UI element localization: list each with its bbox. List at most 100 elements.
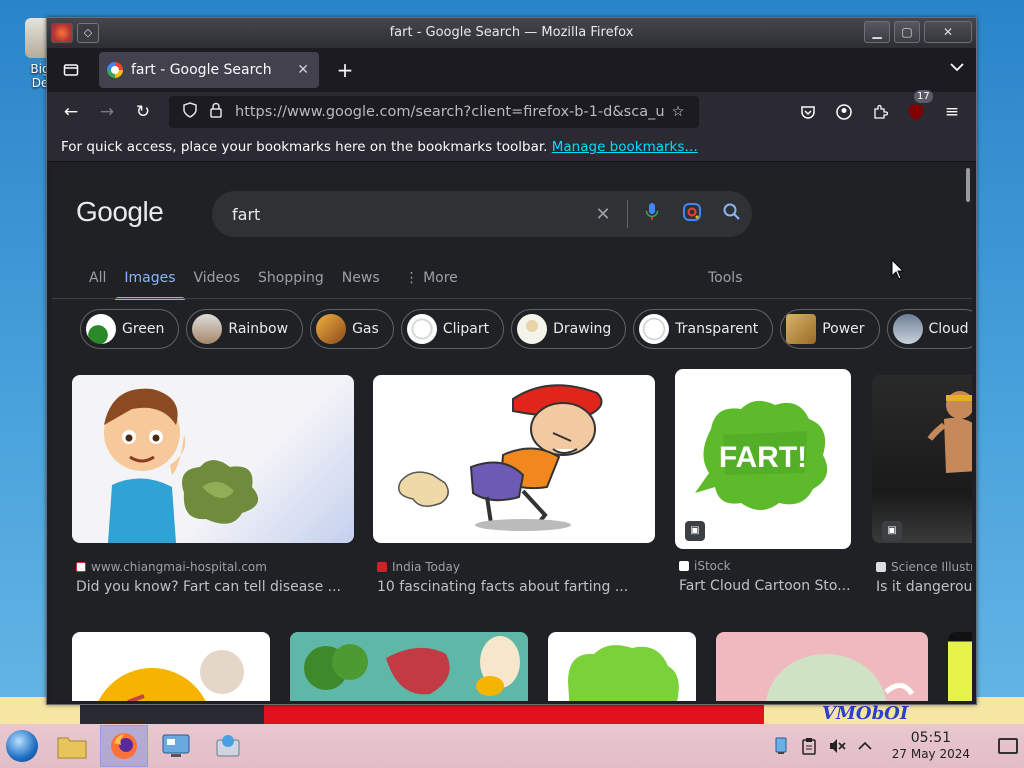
search-submit-icon[interactable] [712, 203, 752, 226]
maximize-button[interactable]: ▢ [894, 21, 920, 43]
tools-button[interactable]: Tools [708, 270, 743, 286]
taskbar-file-manager[interactable] [48, 725, 96, 767]
image-result[interactable] [548, 632, 696, 701]
firefox-view-icon[interactable] [53, 52, 89, 88]
taskbar-software-center[interactable] [204, 725, 252, 767]
voice-search-icon[interactable] [632, 202, 672, 227]
chip-transparent[interactable]: Transparent [633, 309, 774, 349]
lock-icon[interactable] [203, 102, 229, 122]
result-image[interactable] [72, 632, 270, 701]
taskbar-firefox[interactable] [100, 725, 148, 767]
lens-search-icon[interactable] [672, 202, 712, 227]
tray-expand-icon[interactable] [856, 737, 874, 755]
image-result[interactable]: www.chiangmai-hospital.com Did you know?… [72, 375, 354, 601]
network-icon[interactable] [772, 737, 790, 755]
chip-label: Green [122, 321, 165, 337]
result-image[interactable] [716, 632, 928, 701]
result-title[interactable]: Fart Cloud Cartoon Sto... [679, 578, 851, 594]
ublock-icon[interactable]: 17 [898, 90, 934, 128]
tab-shopping[interactable]: Shopping [249, 270, 333, 300]
result-image[interactable] [290, 632, 528, 701]
result-source: iStock [679, 559, 731, 573]
page-scrollbar[interactable] [966, 168, 970, 202]
bookmark-star-icon[interactable]: ☆ [665, 104, 691, 120]
chip-cloud[interactable]: Cloud [886, 309, 972, 349]
result-title[interactable]: Did you know? Fart can tell disease ... [76, 579, 356, 595]
bookmarks-message: For quick access, place your bookmarks h… [61, 139, 548, 155]
clipboard-icon[interactable] [800, 737, 818, 755]
image-result[interactable]: FART! ▣ iStock Fart Cloud Cartoon Sto... [675, 369, 851, 601]
search-box[interactable]: fart ✕ [212, 191, 752, 237]
tab-google-search[interactable]: fart - Google Search ✕ [99, 52, 319, 88]
refinement-chips: Green Rainbow Gas Clipart Drawing Transp… [80, 309, 972, 349]
image-result[interactable]: India Today 10 fascinating facts about f… [373, 375, 655, 601]
chip-green[interactable]: Green [80, 309, 180, 349]
site-favicon-icon [679, 561, 689, 571]
chip-gas[interactable]: Gas [310, 309, 394, 349]
tracking-protection-icon[interactable] [177, 102, 203, 122]
close-tab-icon[interactable]: ✕ [297, 62, 309, 78]
tab-all[interactable]: All [80, 270, 115, 300]
image-type-icon: ▣ [882, 521, 902, 541]
extensions-icon[interactable] [862, 96, 898, 128]
manage-bookmarks-link[interactable]: Manage bookmarks… [552, 139, 698, 155]
tab-news[interactable]: News [333, 270, 389, 300]
app-menu-icon[interactable]: ≡ [934, 96, 970, 128]
bookmarks-toolbar: For quick access, place your bookmarks h… [47, 132, 976, 162]
clock[interactable]: 05:51 27 May 2024 [892, 730, 970, 762]
result-source: www.chiangmai-hospital.com [76, 560, 267, 574]
tab-videos[interactable]: Videos [185, 270, 250, 300]
reload-button[interactable]: ↻ [125, 96, 161, 128]
result-image[interactable] [72, 375, 354, 543]
tab-more[interactable]: ⋮ More [389, 270, 467, 300]
close-window-button[interactable]: ✕ [924, 21, 972, 43]
image-result[interactable] [716, 632, 928, 701]
window-titlebar[interactable]: ◇ fart - Google Search — Mozilla Firefox… [47, 18, 976, 48]
result-image[interactable] [548, 632, 696, 701]
google-logo[interactable]: Google [76, 196, 164, 228]
back-button[interactable]: ← [53, 96, 89, 128]
chip-label: Rainbow [228, 321, 289, 337]
control-panel-icon [162, 734, 190, 757]
pin-icon[interactable]: ◇ [77, 23, 99, 43]
volume-muted-icon[interactable] [828, 737, 846, 755]
google-favicon-icon [107, 62, 123, 78]
image-result[interactable] [948, 632, 972, 701]
image-result[interactable] [290, 632, 528, 701]
extensions-badge: 17 [914, 90, 933, 103]
chip-drawing[interactable]: Drawing [511, 309, 627, 349]
tab-more-label: More [423, 270, 458, 286]
clear-search-icon[interactable]: ✕ [583, 204, 623, 225]
result-image[interactable] [373, 375, 655, 543]
search-type-tabs: All Images Videos Shopping News ⋮ More [80, 270, 467, 300]
url-bar[interactable]: https://www.google.com/search?client=fir… [169, 96, 699, 128]
show-desktop-icon[interactable] [998, 738, 1018, 754]
site-favicon-icon [76, 562, 86, 572]
image-result[interactable]: ▣ Science Illustra Is it dangerous [872, 375, 972, 601]
result-title[interactable]: 10 fascinating facts about farting ... [377, 579, 657, 595]
image-result[interactable] [72, 632, 270, 701]
window-menu-icon[interactable] [51, 23, 73, 43]
chip-label: Drawing [553, 321, 612, 337]
search-input[interactable]: fart [232, 205, 583, 224]
result-image[interactable]: ▣ [872, 375, 972, 543]
result-image[interactable]: FART! ▣ [675, 369, 851, 549]
list-all-tabs-icon[interactable] [950, 60, 964, 76]
start-button[interactable] [0, 724, 44, 768]
chip-label: Cloud [928, 321, 969, 337]
taskbar-control-panel[interactable] [152, 725, 200, 767]
forward-button[interactable]: → [89, 96, 125, 128]
chip-clipart[interactable]: Clipart [400, 309, 505, 349]
result-title[interactable]: Is it dangerous [876, 579, 972, 595]
new-tab-button[interactable]: + [331, 58, 359, 82]
taskbar: 05:51 27 May 2024 [0, 724, 1024, 768]
chip-rainbow[interactable]: Rainbow [186, 309, 304, 349]
url-text: https://www.google.com/search?client=fir… [235, 104, 665, 120]
result-image[interactable] [948, 632, 972, 701]
pocket-icon[interactable] [790, 96, 826, 128]
tab-images[interactable]: Images [115, 270, 185, 300]
chip-label: Clipart [442, 321, 490, 337]
minimize-button[interactable]: ▁ [864, 21, 890, 43]
account-icon[interactable] [826, 96, 862, 128]
chip-power[interactable]: Power [780, 309, 880, 349]
